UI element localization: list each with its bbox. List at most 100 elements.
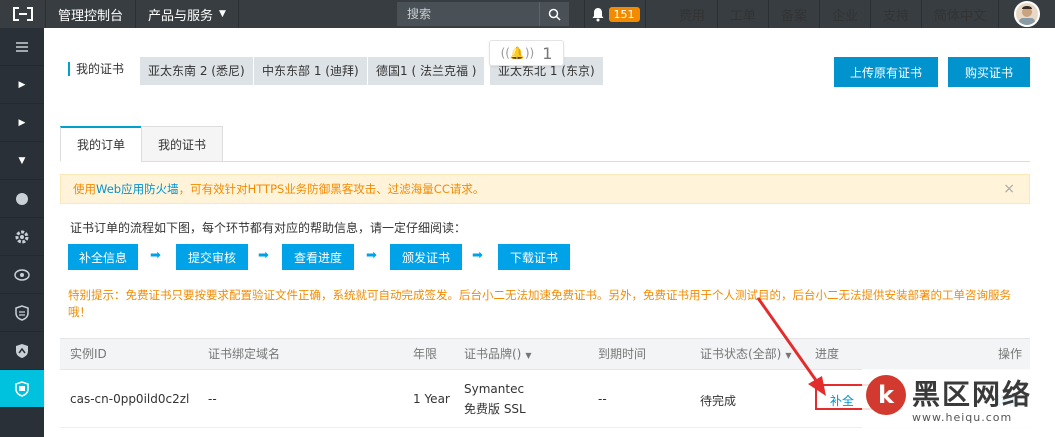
chevron-down-icon: ▼ [219,9,226,19]
bell-icon: ((🔔)) [500,46,535,60]
step-complete-info[interactable]: 补全信息 [68,244,138,270]
search-input[interactable] [397,7,539,21]
nav-language[interactable]: 简体中文 [922,0,999,28]
col-brand[interactable]: 证书品牌() ▼ [464,339,532,371]
buy-certificate-button[interactable]: 购买证书 [948,57,1030,87]
nav-support[interactable]: 支持 [871,0,922,28]
sidebar: ▶ ▶ ▼ [0,28,44,437]
logo-icon[interactable] [0,0,46,28]
col-years: 年限 [413,347,438,361]
region-tab-frankfurt[interactable]: 德国1 ( 法兰克福 ) [368,57,485,85]
arrow-right-icon: ➡ [366,248,377,263]
shield-icon [15,304,29,321]
products-menu[interactable]: 产品与服务 ▼ [136,0,239,28]
nav-tickets-label: 工单 [729,8,756,24]
col-domain: 证书绑定域名 [208,347,281,361]
user-avatar[interactable] [999,0,1055,28]
cell-brand-edition: 免费版 SSL [464,402,526,416]
special-tip: 特别提示：免费证书只要按要求配置验证文件正确，系统就可自动完成签发。后台小二无法… [68,288,1011,319]
notification-bubble[interactable]: ((🔔)) 1 [489,40,564,66]
arrow-right-icon: ➡ [150,248,161,263]
nav-billing[interactable]: 费用 [667,0,718,28]
nav-icp[interactable]: 备案 [769,0,820,28]
step-view-progress[interactable]: 查看进度 [282,244,354,270]
console-label: 管理控制台 [58,8,124,24]
waf-link[interactable]: Web应用防火墙 [96,181,179,197]
col-status-label: 证书状态(全部) [700,347,782,361]
col-progress: 进度 [815,347,840,361]
step-download-certificate[interactable]: 下载证书 [498,244,570,270]
page-title: 我的证书 [68,62,124,76]
cell-brand-name: Symantec [464,382,525,396]
region-tab-sydney[interactable]: 亚太东南 2 (悉尼) [140,57,253,85]
sidebar-menu-toggle[interactable] [0,28,44,66]
nav-tickets[interactable]: 工单 [718,0,769,28]
cell-domain: -- [208,392,217,406]
sidebar-item-monitor[interactable] [0,256,44,294]
nav-enterprise[interactable]: 企业 [820,0,871,28]
circle-icon [16,192,28,205]
step-submit-review[interactable]: 提交审核 [176,244,248,270]
process-intro: 证书订单的流程如下图，每个环节都有对应的帮助信息，请一定仔细阅读： [70,221,467,235]
watermark-text: 黑区网络 [912,378,1033,411]
sidebar-collapse[interactable]: ▼ [0,142,44,180]
right-nav: 费用 工单 备案 企业 支持 简体中文 [667,0,999,28]
sidebar-expand-1[interactable]: ▶ [0,66,44,104]
nav-support-label: 支持 [882,8,909,24]
certificate-icon [15,380,29,397]
notification-badge: 151 [608,6,640,22]
step-issue-certificate[interactable]: 颁发证书 [390,244,462,270]
arrow-right-icon: ➡ [258,248,269,263]
caret-right-icon: ▶ [18,117,26,128]
complete-info-link[interactable]: 补全 [830,392,854,409]
products-label: 产品与服务 [148,8,214,24]
table-header: 实例ID 证书绑定域名 年限 证书品牌() ▼ 到期时间 证书状态(全部) ▼ 进度… [60,338,1030,370]
tab-my-certificates[interactable]: 我的证书 [141,126,223,162]
notice-prefix: 使用 [73,182,96,196]
menu-icon [16,41,28,52]
sidebar-item-certificates[interactable] [0,370,44,408]
cell-expiry: -- [598,392,607,406]
arrow-right-icon: ➡ [472,248,483,263]
nav-language-label: 简体中文 [933,8,986,24]
notifications-button[interactable]: 151 [584,0,646,28]
gear-icon [15,230,29,243]
avatar-image [1014,1,1040,27]
col-instance-id: 实例ID [70,347,107,361]
nav-billing-label: 费用 [678,8,705,24]
nav-enterprise-label: 企业 [831,8,858,24]
eye-icon [14,268,30,281]
search-icon [548,8,561,21]
bubble-count: 1 [542,43,553,63]
col-expiry: 到期时间 [598,347,647,361]
cell-years: 1 Year [413,392,450,406]
sidebar-item-circle[interactable] [0,180,44,218]
sidebar-item-settings[interactable] [0,218,44,256]
shield-arrow-icon [16,343,28,358]
sidebar-expand-2[interactable]: ▶ [0,104,44,142]
tab-bar: 我的订单 我的证书 [60,126,1030,162]
search-box [397,2,569,26]
watermark-url: www.heiqu.com [912,411,1013,424]
bell-icon [592,7,603,21]
region-tab-dubai[interactable]: 中东东部 1 (迪拜) [254,57,367,85]
sidebar-item-anti-ddos[interactable] [0,332,44,370]
console-link[interactable]: 管理控制台 [46,0,137,28]
chevron-down-icon: ▼ [525,351,532,360]
chevron-down-icon: ▼ [785,351,792,360]
watermark-logo-icon: k [866,375,906,415]
col-brand-label: 证书品牌() [464,347,522,361]
caret-down-icon: ▼ [18,155,26,166]
cell-status: 待完成 [700,394,737,408]
notice-suffix: ，可有效针对HTTPS业务防御黑客攻击、过滤海量CC请求。 [178,182,485,196]
tab-my-orders[interactable]: 我的订单 [60,126,142,162]
close-icon[interactable]: × [1003,181,1015,197]
col-actions: 操作 [998,347,1023,361]
search-button[interactable] [539,2,569,26]
caret-right-icon: ▶ [18,79,26,90]
nav-icp-label: 备案 [780,8,807,24]
waf-notice: 使用 Web应用防火墙 ，可有效针对HTTPS业务防御黑客攻击、过滤海量CC请求。 … [60,174,1030,204]
upload-certificate-button[interactable]: 上传原有证书 [834,57,938,87]
col-status[interactable]: 证书状态(全部) ▼ [700,339,792,371]
sidebar-item-security[interactable] [0,294,44,332]
